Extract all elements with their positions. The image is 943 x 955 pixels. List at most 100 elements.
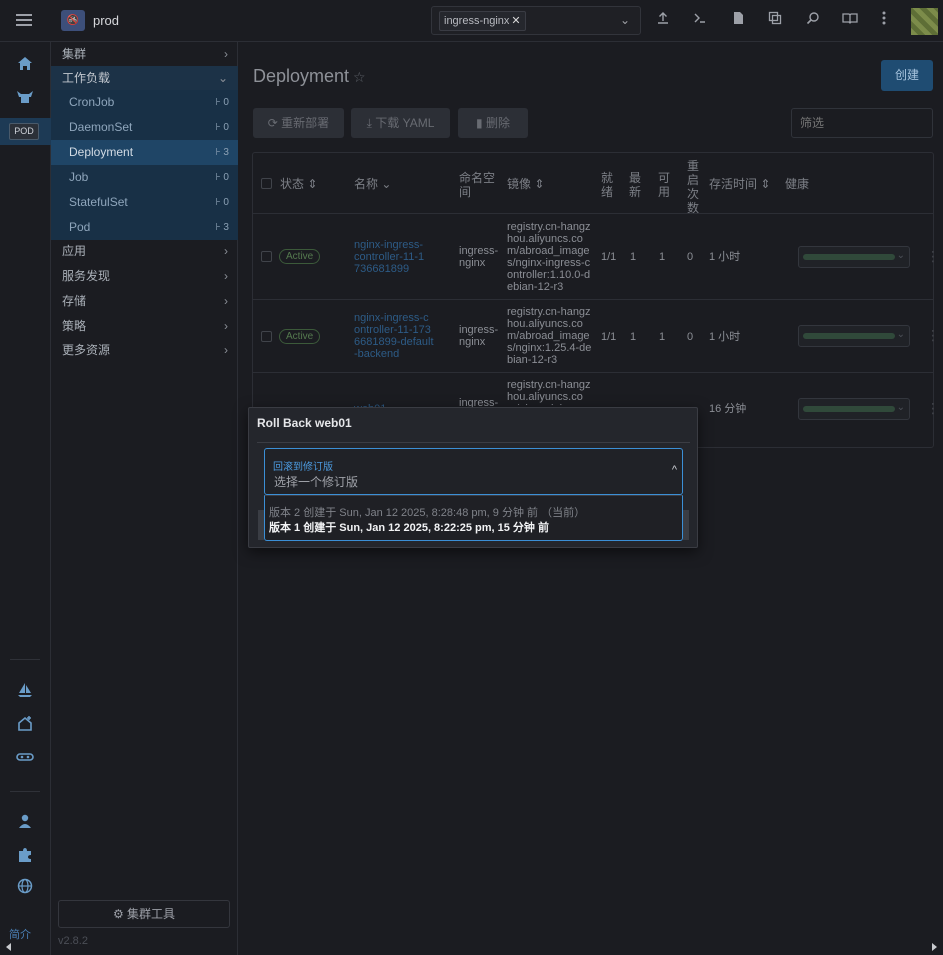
- row-checkbox[interactable]: [261, 331, 272, 342]
- health-select[interactable]: ⌄: [798, 246, 910, 268]
- column-header-image[interactable]: 镜像 ⇕: [507, 177, 544, 191]
- namespace-select[interactable]: ingress-nginx ✕ ⌄: [431, 6, 641, 35]
- create-button[interactable]: 创建: [881, 60, 933, 91]
- column-header-available[interactable]: 可用: [658, 171, 670, 199]
- sidebar-group-more[interactable]: 更多资源 ›: [51, 338, 238, 362]
- sidebar-group-label: 应用: [62, 244, 87, 258]
- cluster-icon[interactable]: [14, 89, 36, 109]
- more-vertical-icon[interactable]: [875, 11, 893, 29]
- filter-input[interactable]: [791, 108, 933, 138]
- book-icon[interactable]: [841, 11, 859, 29]
- search-icon[interactable]: [804, 11, 822, 29]
- sidebar-group-service-discovery[interactable]: 服务发现 ›: [51, 264, 238, 288]
- scroll-right-arrow[interactable]: [932, 943, 937, 951]
- chevron-down-icon: ⌄: [896, 402, 905, 413]
- dialog-divider: [257, 442, 690, 443]
- row-divider: [253, 372, 933, 373]
- revision-option[interactable]: 版本 1 创建于 Sun, Jan 12 2025, 8:22:25 pm, 1…: [269, 519, 549, 535]
- sidebar-group-cluster[interactable]: 集群 ›: [51, 42, 238, 66]
- revision-select[interactable]: 回滚到修订版 选择一个修订版 ^: [264, 448, 683, 495]
- select-all-checkbox[interactable]: [261, 178, 272, 189]
- deployment-name-link[interactable]: nginx-ingress-controller-11-1736681899: [354, 239, 428, 275]
- column-header-uptodate[interactable]: 最新: [629, 171, 641, 199]
- column-header-namespace[interactable]: 命名空间: [459, 171, 495, 199]
- chevron-right-icon: ›: [224, 269, 228, 283]
- download-yaml-button[interactable]: ⤓ 下载 YAML: [351, 108, 450, 138]
- column-header-restarts[interactable]: 重启次数: [687, 159, 699, 215]
- row-checkbox[interactable]: [261, 251, 272, 262]
- delete-button[interactable]: ▮ 删除: [458, 108, 528, 138]
- file-icon[interactable]: [729, 11, 747, 29]
- user-icon[interactable]: [14, 814, 36, 834]
- column-header-age[interactable]: 存活时间 ⇕: [709, 177, 770, 191]
- namespace-cell: ingress-nginx: [459, 324, 499, 348]
- chevron-down-icon[interactable]: ⌄: [620, 13, 630, 27]
- home-icon[interactable]: [14, 56, 36, 76]
- sidebar-group-label: 策略: [62, 319, 87, 333]
- namespace-chip: ingress-nginx ✕: [439, 11, 526, 31]
- network-icon[interactable]: [14, 748, 36, 768]
- header-label: 存活时间: [709, 177, 758, 191]
- sidebar-group-label: 存储: [62, 294, 87, 308]
- page-title: Deployment ☆: [253, 66, 366, 87]
- column-header-state[interactable]: 状态 ⇕: [280, 177, 317, 191]
- sidebar-group-policy[interactable]: 策略 ›: [51, 314, 238, 338]
- version-label: v2.8.2: [58, 935, 88, 947]
- rail-item-pod[interactable]: POD: [0, 118, 51, 145]
- more-vertical-icon[interactable]: ⋮: [926, 248, 940, 265]
- sidebar-item-count: ⊦ 0: [215, 197, 229, 208]
- health-select[interactable]: ⌄: [798, 325, 910, 347]
- sidebar-item-count: ⊦ 3: [215, 222, 229, 233]
- redeploy-button[interactable]: ⟳ 重新部署: [253, 108, 344, 138]
- age-cell: 1 小时: [709, 251, 741, 263]
- revision-option[interactable]: 版本 2 创建于 Sun, Jan 12 2025, 8:28:48 pm, 9…: [269, 504, 585, 520]
- deployment-name-link[interactable]: nginx-ingress-controller-11-1736681899-d…: [354, 312, 434, 360]
- scroll-left-arrow[interactable]: [6, 943, 11, 951]
- copy-icon[interactable]: [766, 11, 784, 29]
- sidebar-item-daemonset[interactable]: DaemonSet ⊦ 0: [51, 115, 238, 140]
- more-vertical-icon[interactable]: ⋮: [926, 327, 940, 344]
- confirm-button[interactable]: [683, 510, 689, 540]
- home-plus-icon[interactable]: [14, 715, 36, 735]
- upload-icon[interactable]: [654, 11, 672, 29]
- sidebar-group-workload[interactable]: 工作负载 ⌄: [51, 66, 238, 90]
- sidebar-group-storage[interactable]: 存储 ›: [51, 289, 238, 313]
- globe-icon[interactable]: [14, 878, 36, 898]
- cluster-name[interactable]: prod: [93, 13, 119, 28]
- header-label: 名称: [354, 177, 379, 191]
- chevron-down-icon: ⌄: [896, 250, 905, 261]
- puzzle-icon[interactable]: [14, 847, 36, 867]
- terminal-icon[interactable]: [691, 11, 709, 29]
- sidebar-item-pod[interactable]: Pod ⊦ 3: [51, 215, 238, 240]
- sidebar-item-label: StatefulSet: [69, 195, 128, 209]
- chevron-up-icon[interactable]: ^: [672, 464, 677, 476]
- sidebar-item-job[interactable]: Job ⊦ 0: [51, 165, 238, 190]
- namespace-cell: ingress-nginx: [459, 245, 499, 269]
- column-header-ready[interactable]: 就绪: [601, 171, 613, 199]
- chevron-right-icon: ›: [224, 294, 228, 308]
- column-header-health: 健康: [785, 177, 810, 191]
- restarts-cell: 0: [687, 331, 694, 343]
- avatar[interactable]: [911, 8, 938, 35]
- close-icon[interactable]: ✕: [511, 15, 520, 27]
- sidebar-group-apps[interactable]: 应用 ›: [51, 239, 238, 263]
- sidebar-item-cronjob[interactable]: CronJob ⊦ 0: [51, 90, 238, 115]
- cluster-tools-button[interactable]: ⚙ 集群工具: [58, 900, 230, 928]
- column-header-name[interactable]: 名称 ⌄: [354, 177, 391, 191]
- health-bar: [803, 254, 895, 260]
- sidebar-item-statefulset[interactable]: StatefulSet ⊦ 0: [51, 190, 238, 215]
- sidebar-item-deployment[interactable]: Deployment ⊦ 3: [51, 140, 238, 165]
- cluster-icon: 🚳: [61, 10, 85, 31]
- health-select[interactable]: ⌄: [798, 398, 910, 420]
- sailboat-icon[interactable]: [14, 682, 36, 702]
- health-bar: [803, 333, 895, 339]
- star-icon[interactable]: ☆: [353, 69, 366, 85]
- revision-select-label: 回滚到修订版: [273, 462, 333, 473]
- menu-icon[interactable]: [16, 14, 32, 26]
- deployments-table: 状态 ⇕ 名称 ⌄ 命名空间 镜像 ⇕ 就绪 最新 可用 重启次数 存活时间 ⇕…: [252, 152, 940, 448]
- intro-link[interactable]: 简介: [9, 926, 31, 942]
- sidebar-group-label: 服务发现: [62, 269, 111, 283]
- restarts-cell: 0: [687, 251, 694, 263]
- header-label: 镜像: [507, 177, 532, 191]
- more-vertical-icon[interactable]: ⋮: [926, 400, 940, 417]
